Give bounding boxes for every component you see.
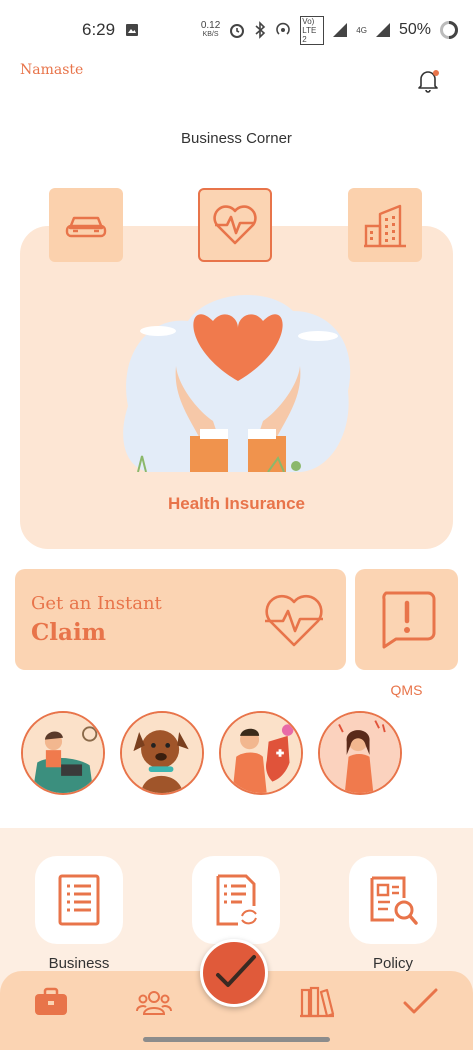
story-person-laptop[interactable] <box>21 711 105 795</box>
woman-alert-illustration <box>320 713 400 793</box>
signal-icon-1 <box>333 23 348 37</box>
person-laptop-illustration <box>23 713 103 793</box>
nav-customers[interactable] <box>134 984 174 1020</box>
status-icons: 0.12 KB/S Vo) LTE 2 4G 50% <box>125 15 459 45</box>
car-icon <box>65 216 107 238</box>
lte-badge: Vo) LTE 2 <box>300 15 325 45</box>
qms-button[interactable] <box>355 569 458 670</box>
document-renew-icon <box>216 874 257 926</box>
story-dog[interactable] <box>120 711 204 795</box>
category-health-button[interactable] <box>198 188 272 262</box>
alert-message-icon <box>381 591 435 648</box>
check-fab-icon <box>216 955 256 987</box>
category-motor-button[interactable] <box>49 188 123 262</box>
status-bar: 6:29 0.12 KB/S Vo) LTE 2 4G 50% <box>0 0 473 60</box>
business-label: Business <box>48 955 110 972</box>
battery-icon <box>440 21 458 39</box>
story-man-shield[interactable] <box>219 711 303 795</box>
instant-claim-card[interactable]: Get an Instant Claim <box>15 569 346 670</box>
net-speed: 0.12 KB/S <box>200 20 221 39</box>
heart-pulse-icon <box>213 205 257 245</box>
story-woman-alert[interactable] <box>318 711 402 795</box>
briefcase-icon <box>35 987 67 1015</box>
document-list-icon <box>58 874 100 926</box>
renewal-button[interactable] <box>192 856 280 944</box>
qms-label: QMS <box>390 682 423 698</box>
image-icon <box>126 24 139 36</box>
hands-heart-illustration <box>123 294 351 472</box>
status-time: 6:29 <box>82 20 116 39</box>
claim-line-2: Claim <box>31 619 107 646</box>
dog-illustration <box>122 713 202 793</box>
battery-percent: 50% <box>398 21 431 38</box>
nav-tasks[interactable] <box>400 984 440 1020</box>
business-button[interactable] <box>35 856 123 944</box>
policy-search-icon <box>370 876 418 925</box>
greeting-text: Namaste <box>20 62 84 78</box>
building-icon <box>364 204 406 248</box>
signal-label: 4G <box>356 25 367 35</box>
check-fab-button[interactable] <box>200 939 268 1007</box>
page-title: Business Corner <box>181 130 292 147</box>
claim-line-1: Get an Instant <box>31 593 162 614</box>
policy-label: Policy <box>372 955 413 972</box>
signal-icon-2 <box>375 23 390 37</box>
notification-bell-icon[interactable] <box>414 66 442 94</box>
users-icon <box>136 991 172 1015</box>
home-indicator[interactable] <box>143 1037 330 1042</box>
policy-button[interactable] <box>349 856 437 944</box>
heart-pulse-icon <box>265 594 323 647</box>
hotspot-icon <box>276 22 291 35</box>
books-icon <box>300 986 335 1018</box>
nav-business[interactable] <box>31 984 71 1020</box>
bluetooth-icon <box>255 21 266 39</box>
category-title: Health Insurance <box>168 494 305 513</box>
man-shield-illustration <box>221 713 301 793</box>
check-icon <box>403 988 438 1014</box>
alarm-icon <box>230 24 245 38</box>
nav-library[interactable] <box>297 984 337 1020</box>
category-property-button[interactable] <box>348 188 422 262</box>
